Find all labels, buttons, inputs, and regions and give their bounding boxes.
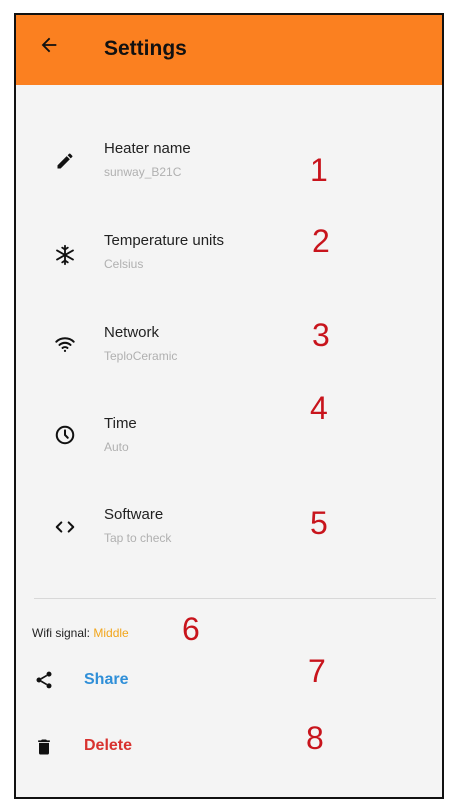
- pencil-icon: [54, 150, 76, 172]
- setting-label: Heater name: [104, 140, 191, 157]
- setting-time[interactable]: Time Auto: [16, 408, 442, 478]
- setting-heater-name[interactable]: Heater name sunway_B21C: [16, 133, 442, 203]
- app-bar: Settings: [16, 15, 442, 85]
- setting-value: sunway_B21C: [104, 165, 182, 179]
- annotation-number: 4: [310, 390, 328, 426]
- annotation-number: 7: [308, 653, 326, 689]
- annotation-number: 1: [310, 152, 328, 188]
- clock-icon: [54, 424, 76, 446]
- back-arrow-icon[interactable]: [38, 34, 60, 56]
- setting-network[interactable]: Network TeploCeramic: [16, 317, 442, 387]
- annotation-number: 6: [182, 611, 200, 647]
- wifi-signal-status: Wifi signal: Middle: [32, 626, 129, 640]
- annotation-number: 5: [310, 505, 328, 541]
- wifi-icon: [54, 333, 76, 355]
- setting-label: Software: [104, 506, 164, 523]
- trash-icon[interactable]: [34, 737, 54, 757]
- setting-value: TeploCeramic: [104, 349, 178, 363]
- setting-value: Celsius: [104, 257, 144, 271]
- snowflake-icon: [54, 244, 76, 266]
- share-icon[interactable]: [34, 670, 54, 690]
- setting-label: Temperature units: [104, 232, 225, 249]
- setting-value: Auto: [104, 440, 129, 454]
- annotation-number: 2: [312, 223, 330, 259]
- wifi-signal-label: Wifi signal:: [32, 626, 91, 640]
- setting-temperature-units[interactable]: Temperature units Celsius: [16, 225, 442, 295]
- share-button[interactable]: Share: [84, 671, 128, 689]
- setting-software[interactable]: Software Tap to check: [16, 499, 442, 569]
- setting-label: Network: [104, 324, 160, 341]
- screenshot-frame: Settings Heater name sunway_B21C 1 Tempe…: [0, 0, 450, 803]
- delete-button[interactable]: Delete: [84, 737, 132, 755]
- code-icon: [54, 516, 76, 538]
- setting-value: Tap to check: [104, 531, 172, 545]
- phone-screen: Settings Heater name sunway_B21C 1 Tempe…: [14, 13, 444, 799]
- annotation-number: 3: [312, 317, 330, 353]
- wifi-signal-value: Middle: [93, 626, 129, 640]
- annotation-number: 8: [306, 720, 324, 756]
- setting-label: Time: [104, 415, 137, 432]
- section-divider: [34, 598, 436, 599]
- page-title: Settings: [104, 37, 187, 60]
